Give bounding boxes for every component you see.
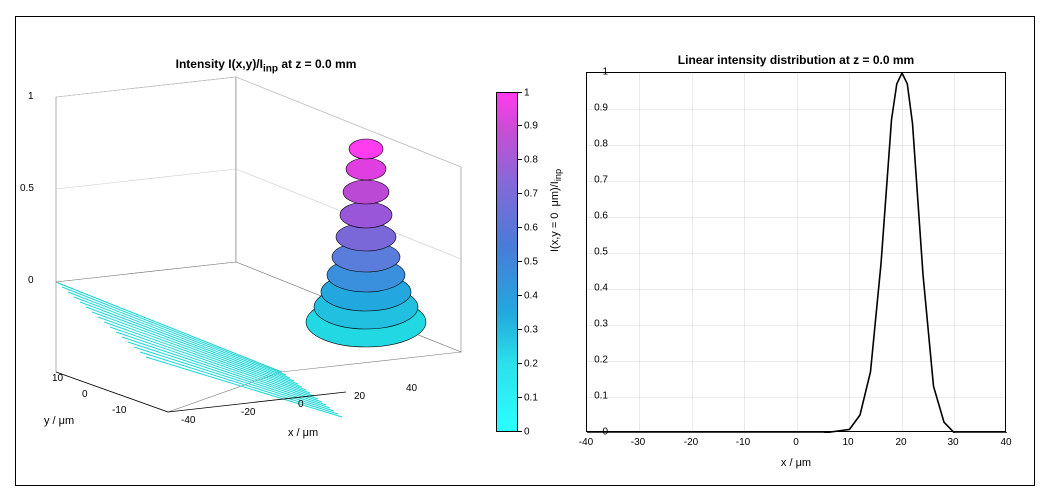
left-xtick-1: -20 [241, 407, 255, 418]
r-xtick-6: 20 [895, 437, 906, 448]
left-xtick-0: -40 [181, 415, 195, 426]
left-ytick-0: -10 [112, 405, 126, 416]
r-xtick-7: 30 [947, 437, 958, 448]
left-3d-plot[interactable]: 0 0.5 1 -40 -20 0 20 40 x / μm -10 0 10 … [46, 57, 466, 437]
r-xtick-0: -40 [579, 437, 593, 448]
cb-tick-7: 0.7 [524, 189, 538, 200]
cb-tick-9: 0.9 [524, 121, 538, 132]
left-xtick-3: 20 [354, 391, 365, 402]
r-xtick-2: -20 [684, 437, 698, 448]
left-ylabel: y / μm [44, 415, 74, 427]
r-xtick-3: -10 [736, 437, 750, 448]
cb-tick-4: 0.4 [524, 291, 538, 302]
r-ytick-0: 0 [602, 427, 608, 438]
r-ytick-3: 0.3 [594, 319, 608, 330]
r-ytick-8: 0.8 [594, 139, 608, 150]
cb-tick-0: 0 [524, 427, 530, 438]
left-ztick-0: 0 [28, 275, 34, 286]
r-xtick-8: 40 [1000, 437, 1011, 448]
r-ytick-10: 1 [602, 67, 608, 78]
colorbar[interactable]: 0 0.1 0.2 0.3 0.4 0.5 0.6 0.7 0.8 0.9 1 [496, 92, 556, 432]
r-ytick-6: 0.6 [594, 211, 608, 222]
r-ytick-9: 0.9 [594, 103, 608, 114]
left-xtick-4: 40 [406, 383, 417, 394]
r-ytick-4: 0.4 [594, 283, 608, 294]
left-xlabel: x / μm [288, 427, 318, 439]
cb-tick-3: 0.3 [524, 325, 538, 336]
left-ytick-2: 10 [52, 373, 63, 384]
cb-tick-6: 0.6 [524, 223, 538, 234]
right-ylabel: I(x,y = 0 μm)/Iinp [549, 169, 563, 252]
cb-tick-8: 0.8 [524, 155, 538, 166]
r-ytick-2: 0.2 [594, 355, 608, 366]
r-ytick-1: 0.1 [594, 391, 608, 402]
right-2d-plot[interactable] [586, 72, 1006, 432]
r-ytick-7: 0.7 [594, 175, 608, 186]
colorbar-gradient [496, 92, 518, 432]
left-ytick-1: 0 [82, 389, 88, 400]
right-xlabel: x / μm [586, 457, 1006, 469]
figure-frame: Intensity I(x,y)/Iinp at z = 0.0 mm [15, 16, 1035, 486]
cb-tick-1: 0.1 [524, 393, 538, 404]
left-xtick-2: 0 [298, 399, 304, 410]
r-xtick-4: 0 [793, 437, 799, 448]
cb-tick-5: 0.5 [524, 257, 538, 268]
right-line-svg [587, 73, 1007, 433]
r-xtick-5: 10 [842, 437, 853, 448]
right-plot-title: Linear intensity distribution at z = 0.0… [586, 53, 1006, 67]
cb-tick-10: 1 [524, 88, 530, 99]
left-ztick-2: 1 [28, 91, 34, 102]
cb-tick-2: 0.2 [524, 359, 538, 370]
r-xtick-1: -30 [631, 437, 645, 448]
r-ytick-5: 0.5 [594, 247, 608, 258]
left-3d-svg [46, 57, 466, 437]
left-ztick-1: 0.5 [20, 183, 34, 194]
